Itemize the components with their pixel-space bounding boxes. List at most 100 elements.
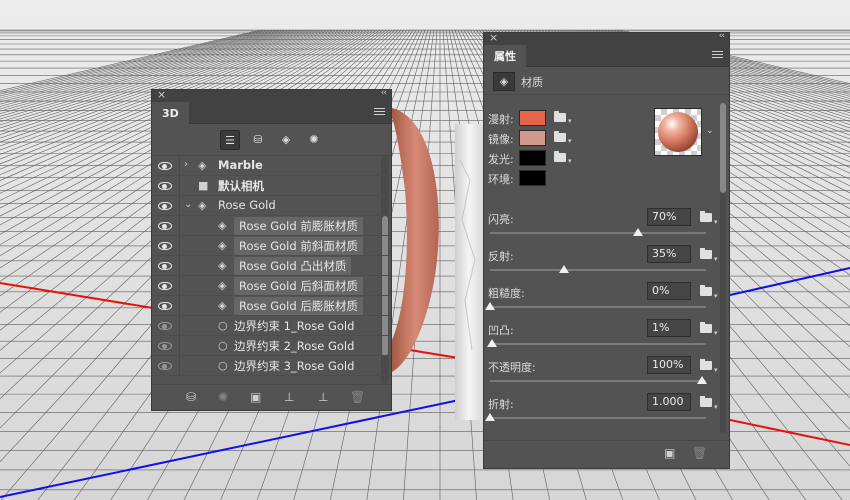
material-filter-icon[interactable]: ◈ — [276, 130, 296, 150]
add-object-icon[interactable]: ⊥ — [318, 390, 328, 404]
visibility-eye-icon[interactable] — [158, 202, 172, 210]
color-swatch[interactable] — [519, 110, 546, 126]
folder-icon[interactable] — [554, 131, 566, 142]
visibility-eye-icon[interactable] — [158, 302, 172, 310]
chevron-down-icon[interactable]: ▾ — [714, 403, 718, 411]
collapse-icon[interactable]: ‹‹ — [719, 31, 725, 41]
value-field[interactable]: 35% — [647, 245, 691, 263]
visibility-eye-icon[interactable] — [158, 342, 172, 350]
chevron-down-icon[interactable]: ⌄ — [184, 199, 192, 210]
slider-track[interactable] — [490, 306, 706, 308]
layer-row[interactable]: › ◈ Marble — [152, 156, 391, 176]
panel-menu-icon[interactable] — [712, 51, 723, 60]
chevron-down-icon[interactable]: ⌄ — [706, 126, 714, 136]
layer-label: Rose Gold 前膨胀材质 — [234, 217, 363, 235]
folder-icon[interactable] — [700, 359, 712, 370]
swatch-label: 环境: — [488, 173, 514, 186]
slider-knob[interactable] — [487, 339, 498, 347]
slider-track[interactable] — [490, 232, 706, 234]
material-icon: ◈ — [218, 259, 227, 272]
slider-label: 粗糙度: — [488, 287, 525, 300]
slider-knob[interactable] — [485, 302, 495, 310]
layer-row[interactable]: ◈ Rose Gold 前斜面材质 — [152, 236, 391, 256]
layer-row[interactable]: ■ 默认相机 — [152, 176, 391, 196]
visibility-eye-icon[interactable] — [158, 162, 172, 170]
material-icon[interactable]: ◈ — [493, 72, 515, 91]
color-swatch[interactable] — [519, 150, 546, 166]
chevron-down-icon[interactable]: ▾ — [714, 329, 718, 337]
trash-icon[interactable]: 🗑 — [692, 446, 707, 460]
chevron-down-icon[interactable]: ▾ — [568, 117, 572, 125]
scrollbar-track[interactable] — [720, 103, 726, 433]
new-light-icon[interactable]: ✺ — [218, 390, 228, 404]
layer-row[interactable]: ◈ Rose Gold 后斜面材质 — [152, 276, 391, 296]
layer-row[interactable]: ◈ Rose Gold 凸出材质 — [152, 256, 391, 276]
light-filter-icon[interactable]: ✺ — [304, 130, 324, 150]
property-slider: 闪亮: 70% ▾ — [488, 208, 718, 246]
trash-icon[interactable]: 🗑 — [350, 390, 365, 404]
layer-label: 默认相机 — [218, 179, 264, 193]
color-swatch[interactable] — [519, 170, 546, 186]
scene-filter-icon[interactable]: ☰ — [220, 130, 240, 150]
value-field[interactable]: 100% — [647, 356, 691, 374]
chevron-down-icon[interactable]: ▾ — [714, 366, 718, 374]
drop-to-ground-icon[interactable]: ⊥ — [284, 390, 294, 404]
chevron-down-icon[interactable]: ▾ — [714, 292, 718, 300]
tab-properties[interactable]: 属性 — [484, 45, 526, 68]
collapse-icon[interactable]: ‹‹ — [381, 88, 387, 98]
material-icon: ◈ — [218, 299, 227, 312]
scrollbar-thumb[interactable] — [720, 103, 726, 193]
value-field[interactable]: 70% — [647, 208, 691, 226]
folder-icon[interactable] — [700, 248, 712, 259]
panel-menu-icon[interactable] — [374, 108, 385, 117]
value-field[interactable]: 1.000 — [647, 393, 691, 411]
value-field[interactable]: 0% — [647, 282, 691, 300]
slider-track[interactable] — [490, 380, 706, 382]
folder-icon[interactable] — [700, 211, 712, 222]
slider-knob[interactable] — [633, 228, 644, 236]
new-mesh-icon[interactable]: ⛁ — [186, 390, 196, 404]
tab-3d[interactable]: 3D — [152, 102, 189, 125]
visibility-eye-icon[interactable] — [158, 242, 172, 250]
chevron-down-icon[interactable]: ▾ — [714, 255, 718, 263]
folder-icon[interactable] — [700, 285, 712, 296]
close-icon[interactable]: × — [157, 88, 166, 101]
layer-row[interactable]: ◈ Rose Gold 前膨胀材质 — [152, 216, 391, 236]
slider-track[interactable] — [490, 417, 706, 419]
material-icon: ◈ — [218, 279, 227, 292]
visibility-eye-icon[interactable] — [158, 322, 172, 330]
chevron-right-icon[interactable]: › — [184, 159, 188, 170]
visibility-eye-icon[interactable] — [158, 282, 172, 290]
folder-icon[interactable] — [554, 111, 566, 122]
render-icon[interactable]: ▣ — [250, 390, 261, 404]
slider-track[interactable] — [490, 343, 706, 345]
slider-track[interactable] — [490, 269, 706, 271]
property-slider: 折射: 1.000 ▾ — [485, 393, 718, 431]
chevron-down-icon[interactable]: ▾ — [714, 218, 718, 226]
visibility-eye-icon[interactable] — [158, 262, 172, 270]
material-preview[interactable] — [654, 108, 702, 156]
folder-icon[interactable] — [700, 322, 712, 333]
layer-row[interactable]: ○ 边界约束 3_Rose Gold — [152, 356, 391, 376]
folder-icon[interactable] — [554, 151, 566, 162]
render-icon[interactable]: ▣ — [664, 446, 675, 460]
panel-footer: ▣ 🗑 — [484, 440, 729, 468]
layer-row[interactable]: ⌄ ◈ Rose Gold — [152, 196, 391, 216]
slider-knob[interactable] — [697, 376, 707, 384]
close-icon[interactable]: × — [489, 31, 498, 44]
slider-knob[interactable] — [559, 265, 570, 273]
layer-row[interactable]: ○ 边界约束 2_Rose Gold — [152, 336, 391, 356]
chevron-down-icon[interactable]: ▾ — [568, 137, 572, 145]
value-field[interactable]: 1% — [647, 319, 691, 337]
visibility-eye-icon[interactable] — [158, 222, 172, 230]
slider-knob[interactable] — [485, 413, 495, 421]
layer-row[interactable]: ◈ Rose Gold 后膨胀材质 — [152, 296, 391, 316]
folder-icon[interactable] — [700, 396, 712, 407]
visibility-eye-icon[interactable] — [158, 362, 172, 370]
color-swatch[interactable] — [519, 130, 546, 146]
chevron-down-icon[interactable]: ▾ — [568, 157, 572, 165]
material-sphere-icon — [658, 112, 698, 152]
layer-row[interactable]: ○ 边界约束 1_Rose Gold — [152, 316, 391, 336]
visibility-eye-icon[interactable] — [158, 182, 172, 190]
mesh-filter-icon[interactable]: ⛁ — [248, 130, 268, 150]
